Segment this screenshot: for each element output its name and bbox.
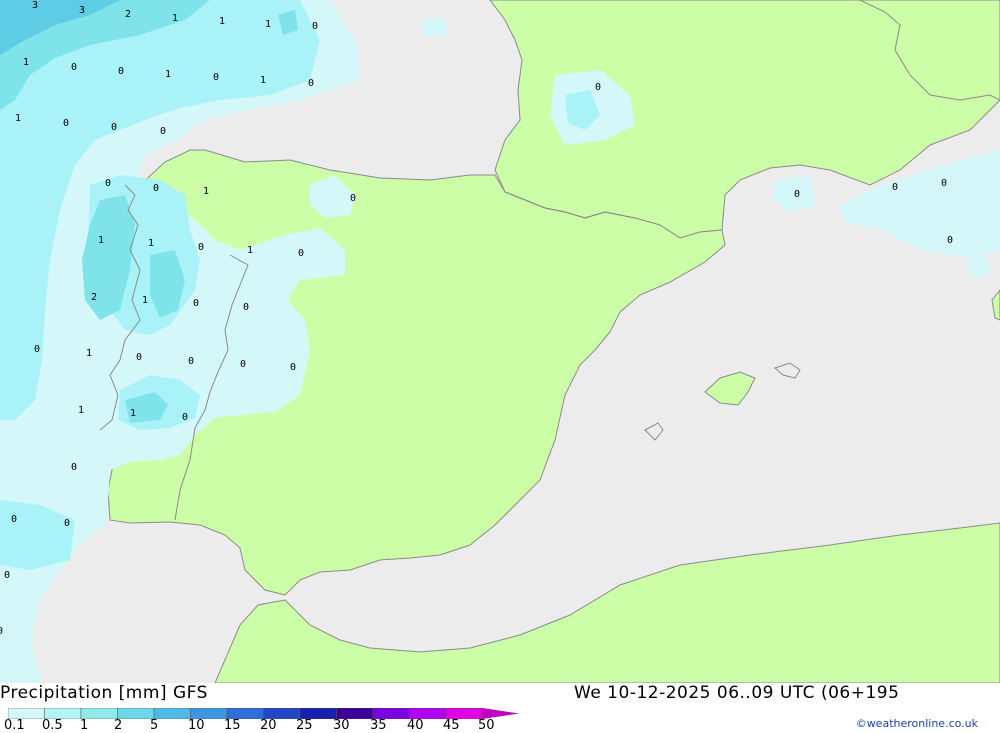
precip-value-label: 1 [23,57,29,68]
precip-value-label: 0 [193,298,199,309]
precip-value-label: 1 [165,69,171,80]
legend-label: 0.1 [4,718,25,733]
precip-value-label: 1 [203,186,209,197]
precip-value-label: 2 [91,292,97,303]
precip-value-label: 1 [78,405,84,416]
precip-value-label: 0 [794,189,800,200]
legend-label: 25 [296,718,313,733]
precip-value-label: 1 [148,238,154,249]
precip-value-label: 0 [350,193,356,204]
legend-label: 5 [150,718,159,733]
legend-label: 1 [80,718,89,733]
precip-value-label: 0 [595,82,601,93]
precip-value-label: 0 [213,72,219,83]
precip-value-label: 0 [34,344,40,355]
precipitation-map: 3 3 2 1 1 1 0 1 0 0 1 0 1 0 1 0 0 0 0 0 1 0 0 1 1 0 1 0 2 1 0 0 0 1 0 0 0 0 1 1… [0,0,1000,683]
precip-value-label: 1 [130,408,136,419]
precip-value-label: 0 [240,359,246,370]
precip-value-label: 0 [947,235,953,246]
precip-value-label: 0 [11,514,17,525]
precip-value-label: 0 [243,302,249,313]
precip-value-label: 1 [247,245,253,256]
precip-value-label: 0 [63,118,69,129]
legend-label: 40 [407,718,424,733]
precip-value-label: 0 [312,21,318,32]
precip-value-label: 1 [265,19,271,30]
precip-value-label: 0 [71,62,77,73]
legend-label: 2 [114,718,123,733]
precip-value-label: 0 [892,182,898,193]
precip-value-label: 0 [188,356,194,367]
precip-value-label: 1 [15,113,21,124]
precip-value-label: 3 [79,5,85,16]
precip-value-label: 0 [71,462,77,473]
legend-label: 45 [443,718,460,733]
legend-labels: 0.1 0.5 1 2 5 10 15 20 25 30 35 40 45 50 [0,718,520,733]
legend-label: 20 [260,718,277,733]
precip-value-label: 0 [153,183,159,194]
precip-value-label: 0 [298,248,304,259]
credit-link[interactable]: ©weatheronline.co.uk [856,717,978,730]
precip-value-label: 0 [64,518,70,529]
precip-value-label: 1 [86,348,92,359]
precip-value-label: 0 [118,66,124,77]
map-title: Precipitation [mm] GFS [0,683,208,703]
precip-value-label: 1 [219,16,225,27]
legend-label: 0.5 [42,718,63,733]
legend-label: 50 [478,718,495,733]
precip-value-label: 0 [941,178,947,189]
precip-value-label: 1 [172,13,178,24]
precip-value-label: 0 [160,126,166,137]
precip-value-label: 0 [0,626,3,637]
legend-label: 15 [224,718,241,733]
precip-value-label: 0 [4,570,10,581]
legend-label: 10 [188,718,205,733]
legend-label: 35 [370,718,387,733]
precip-value-label: 0 [105,178,111,189]
precip-value-label: 0 [308,78,314,89]
legend-label: 30 [333,718,350,733]
precip-value-label: 0 [182,412,188,423]
forecast-timestamp: We 10-12-2025 06..09 UTC (06+195 [574,683,900,703]
precip-value-label: 0 [198,242,204,253]
precip-value-label: 1 [98,235,104,246]
precip-value-label: 0 [111,122,117,133]
precip-value-label: 2 [125,9,131,20]
precip-value-label: 3 [32,0,38,11]
precip-value-label: 1 [142,295,148,306]
precip-value-label: 0 [290,362,296,373]
precip-value-label: 1 [260,75,266,86]
precip-value-label: 0 [136,352,142,363]
